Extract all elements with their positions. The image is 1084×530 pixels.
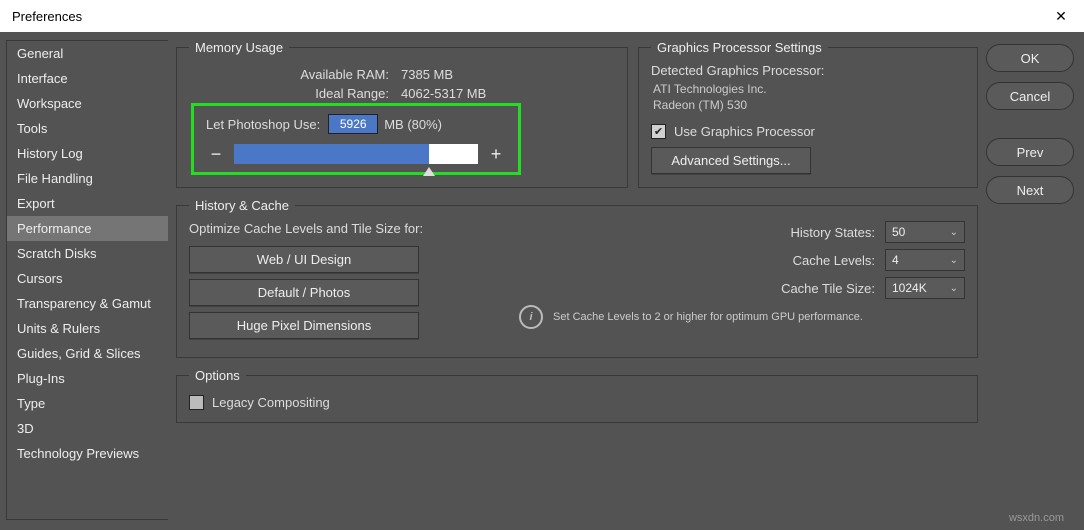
slider-fill [234, 144, 429, 164]
sidebar-item-general[interactable]: General [7, 41, 168, 66]
sidebar: GeneralInterfaceWorkspaceToolsHistory Lo… [6, 40, 168, 520]
gpu-model: Radeon (TM) 530 [653, 98, 965, 112]
watermark: wsxdn.com [1009, 512, 1064, 524]
cancel-button[interactable]: Cancel [986, 82, 1074, 110]
sidebar-item-file-handling[interactable]: File Handling [7, 166, 168, 191]
slider-thumb[interactable] [423, 167, 435, 176]
window-title: Preferences [12, 9, 82, 24]
available-ram-label: Available RAM: [189, 67, 389, 82]
sidebar-item-performance[interactable]: Performance [7, 216, 168, 241]
chevron-down-icon: ⌄ [950, 283, 958, 294]
main-panel: Memory Usage Available RAM: 7385 MB Idea… [168, 40, 986, 530]
detected-label: Detected Graphics Processor: [651, 63, 965, 78]
graphics-legend: Graphics Processor Settings [651, 40, 828, 55]
history-states-label: History States: [745, 225, 875, 240]
optimize-label: Optimize Cache Levels and Tile Size for: [189, 221, 449, 236]
sidebar-item-plug-ins[interactable]: Plug-Ins [7, 366, 168, 391]
sidebar-item-3d[interactable]: 3D [7, 416, 168, 441]
use-gpu-label: Use Graphics Processor [674, 124, 815, 139]
history-states-select[interactable]: 50 ⌄ [885, 221, 965, 243]
cache-levels-value: 4 [892, 253, 899, 267]
sidebar-item-technology-previews[interactable]: Technology Previews [7, 441, 168, 466]
available-ram-value: 7385 MB [401, 67, 453, 82]
sidebar-item-export[interactable]: Export [7, 191, 168, 216]
prev-button[interactable]: Prev [986, 138, 1074, 166]
huge-pixel-button[interactable]: Huge Pixel Dimensions [189, 312, 419, 339]
sidebar-item-transparency-gamut[interactable]: Transparency & Gamut [7, 291, 168, 316]
advanced-settings-button[interactable]: Advanced Settings... [651, 147, 811, 174]
sidebar-item-type[interactable]: Type [7, 391, 168, 416]
cache-tile-label: Cache Tile Size: [745, 281, 875, 296]
sidebar-item-tools[interactable]: Tools [7, 116, 168, 141]
default-photos-button[interactable]: Default / Photos [189, 279, 419, 306]
history-cache-group: History & Cache Optimize Cache Levels an… [176, 198, 978, 358]
cache-note-text: Set Cache Levels to 2 or higher for opti… [553, 311, 863, 323]
sidebar-item-history-log[interactable]: History Log [7, 141, 168, 166]
legacy-compositing-label: Legacy Compositing [212, 395, 330, 410]
memory-legend: Memory Usage [189, 40, 289, 55]
ram-input[interactable] [328, 114, 378, 134]
cache-tile-select[interactable]: 1024K ⌄ [885, 277, 965, 299]
history-legend: History & Cache [189, 198, 295, 213]
highlight-box: Let Photoshop Use: MB (80%) − + [191, 103, 521, 175]
slider-track[interactable] [234, 144, 478, 164]
mb-percent-label: MB (80%) [384, 117, 442, 132]
let-photoshop-label: Let Photoshop Use: [206, 117, 320, 132]
minus-icon[interactable]: − [206, 144, 226, 164]
history-states-value: 50 [892, 225, 905, 239]
cache-tile-value: 1024K [892, 281, 927, 295]
plus-icon[interactable]: + [486, 144, 506, 164]
sidebar-item-interface[interactable]: Interface [7, 66, 168, 91]
sidebar-item-workspace[interactable]: Workspace [7, 91, 168, 116]
legacy-compositing-checkbox[interactable] [189, 395, 204, 410]
sidebar-item-guides-grid-slices[interactable]: Guides, Grid & Slices [7, 341, 168, 366]
dialog-buttons: OK Cancel Prev Next [986, 40, 1074, 530]
gpu-vendor: ATI Technologies Inc. [653, 82, 965, 96]
chevron-down-icon: ⌄ [950, 255, 958, 266]
title-bar: Preferences ✕ [0, 0, 1084, 32]
graphics-group: Graphics Processor Settings Detected Gra… [638, 40, 978, 188]
ideal-range-value: 4062-5317 MB [401, 86, 486, 101]
work-area: GeneralInterfaceWorkspaceToolsHistory Lo… [0, 32, 1084, 530]
options-group: Options Legacy Compositing [176, 368, 978, 423]
web-ui-button[interactable]: Web / UI Design [189, 246, 419, 273]
cache-levels-select[interactable]: 4 ⌄ [885, 249, 965, 271]
ram-slider[interactable]: − + [206, 144, 506, 164]
next-button[interactable]: Next [986, 176, 1074, 204]
close-icon[interactable]: ✕ [1038, 0, 1084, 32]
cache-levels-label: Cache Levels: [745, 253, 875, 268]
chevron-down-icon: ⌄ [950, 227, 958, 238]
memory-usage-group: Memory Usage Available RAM: 7385 MB Idea… [176, 40, 628, 188]
use-gpu-checkbox[interactable] [651, 124, 666, 139]
options-legend: Options [189, 368, 246, 383]
sidebar-item-cursors[interactable]: Cursors [7, 266, 168, 291]
ideal-range-label: Ideal Range: [189, 86, 389, 101]
info-icon: i [519, 305, 543, 329]
sidebar-item-scratch-disks[interactable]: Scratch Disks [7, 241, 168, 266]
sidebar-item-units-rulers[interactable]: Units & Rulers [7, 316, 168, 341]
ok-button[interactable]: OK [986, 44, 1074, 72]
